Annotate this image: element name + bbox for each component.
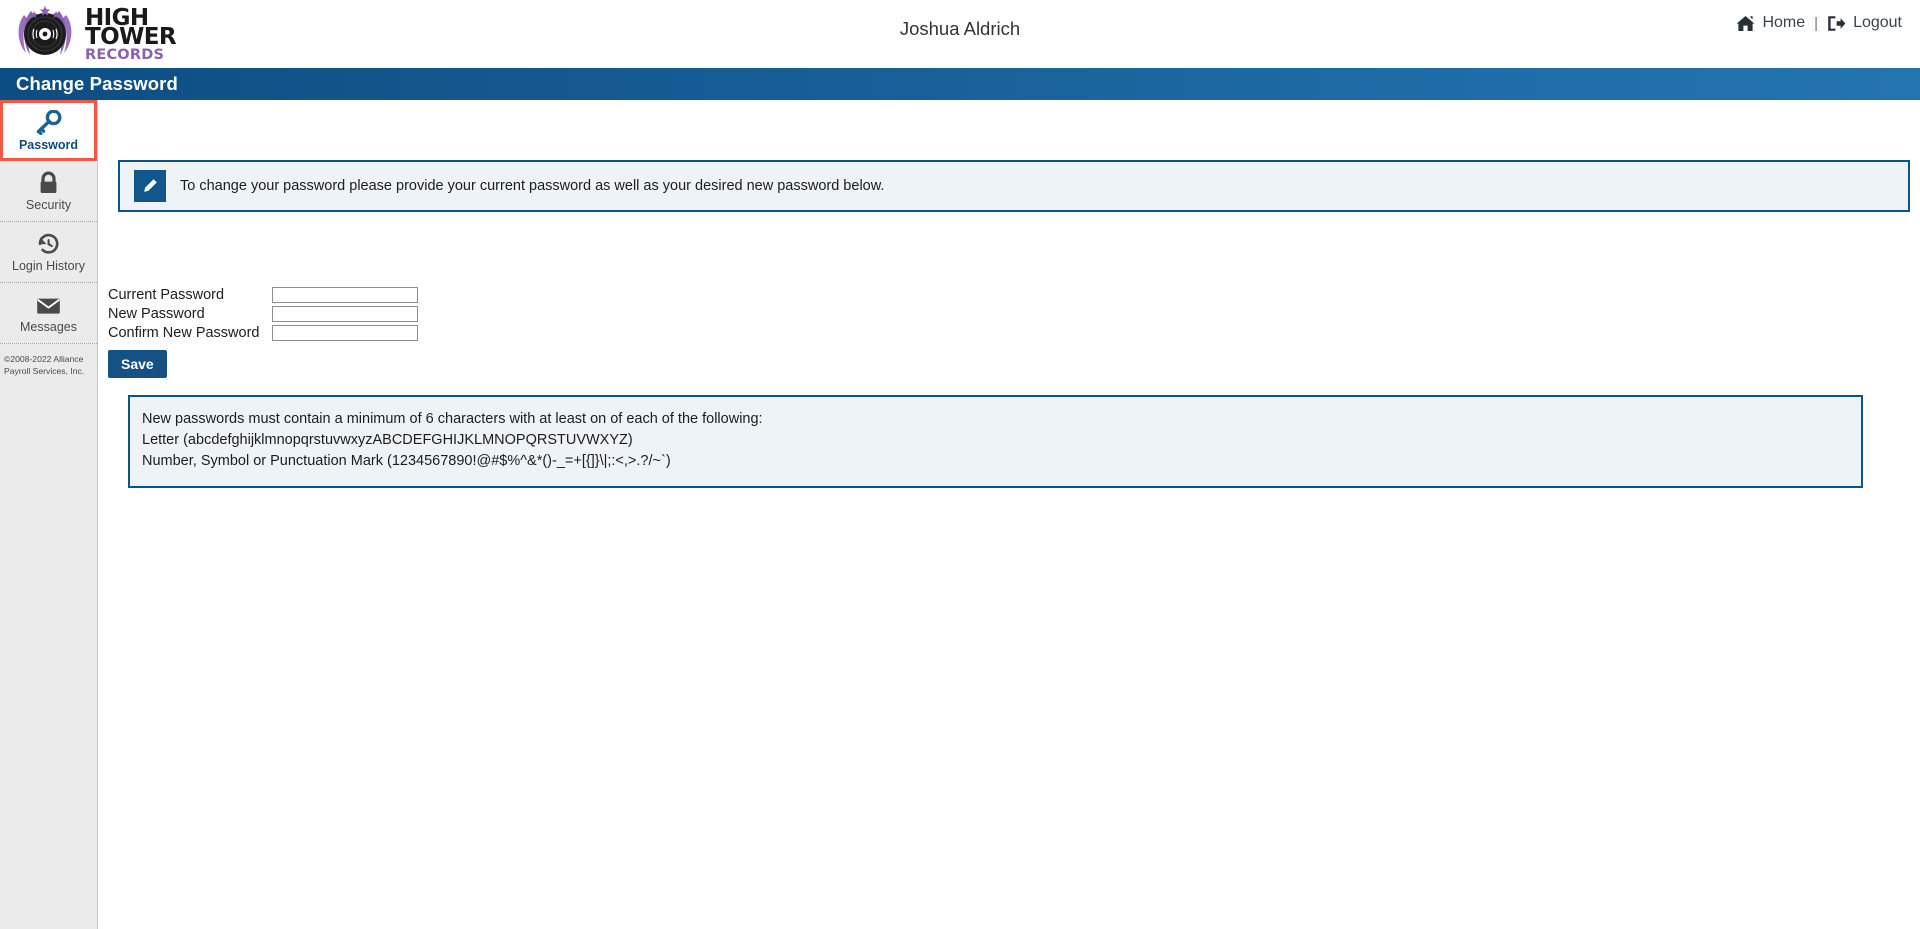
home-icon (1736, 15, 1755, 32)
page-title-bar: Change Password (0, 68, 1920, 100)
confirm-new-password-input[interactable] (272, 324, 418, 341)
sidebar-label-password: Password (18, 137, 79, 152)
sidebar-item-login-history[interactable]: Login History (0, 222, 97, 283)
info-banner: To change your password please provide y… (118, 160, 1910, 212)
key-icon (35, 110, 62, 136)
info-banner-text: To change your password please provide y… (180, 178, 885, 194)
sidebar-label-login-history: Login History (12, 259, 85, 274)
sidebar: Password Security Login History Messages… (0, 100, 98, 929)
body-wrapper: Password Security Login History Messages… (0, 100, 1920, 929)
change-password-form: Current Password New Password Confirm Ne… (108, 285, 418, 378)
history-clock-icon (35, 231, 62, 257)
sidebar-item-password[interactable]: Password (0, 100, 97, 161)
main-content: To change your password please provide y… (98, 100, 1920, 929)
field-row-current-password: Current Password (108, 285, 418, 304)
home-label: Home (1762, 14, 1806, 31)
header-divider: | (1814, 14, 1819, 32)
field-row-confirm-new-password: Confirm New Password (108, 323, 418, 342)
pencil-edit-icon (134, 170, 166, 202)
sidebar-label-messages: Messages (20, 320, 77, 335)
logout-icon (1827, 15, 1846, 32)
page-title: Change Password (16, 73, 178, 94)
requirement-line-symbols: Number, Symbol or Punctuation Mark (1234… (142, 453, 671, 470)
lock-icon (36, 170, 61, 196)
top-header: HIGH TOWER RECORDS Joshua Aldrich Home | (0, 0, 1920, 68)
user-name: Joshua Aldrich (899, 18, 1021, 39)
logout-link[interactable]: Logout (1827, 14, 1902, 32)
requirement-line-letters: Letter (abcdefghijklmnopqrstuvwxyzABCDEF… (142, 432, 633, 449)
label-new-password: New Password (108, 305, 205, 322)
requirement-line-intro: New passwords must contain a minimum of … (142, 411, 763, 427)
field-row-new-password: New Password (108, 304, 418, 323)
home-link[interactable]: Home (1736, 14, 1805, 32)
save-button[interactable]: Save (108, 350, 167, 378)
envelope-icon (35, 292, 62, 318)
password-requirements-box: New passwords must contain a minimum of … (128, 395, 1863, 489)
logout-label: Logout (1853, 14, 1902, 31)
sidebar-item-messages[interactable]: Messages (0, 283, 97, 344)
new-password-input[interactable] (272, 305, 418, 322)
sidebar-item-security[interactable]: Security (0, 161, 97, 222)
current-password-input[interactable] (272, 286, 418, 303)
header-actions: Home | Logout (1736, 14, 1902, 32)
label-current-password: Current Password (108, 286, 225, 303)
sidebar-label-security: Security (25, 198, 72, 213)
label-confirm-new-password: Confirm New Password (108, 324, 260, 341)
logo-line-records: RECORDS (85, 47, 165, 64)
copyright-text: ©2008-2022 Alliance Payroll Services, In… (4, 354, 85, 376)
